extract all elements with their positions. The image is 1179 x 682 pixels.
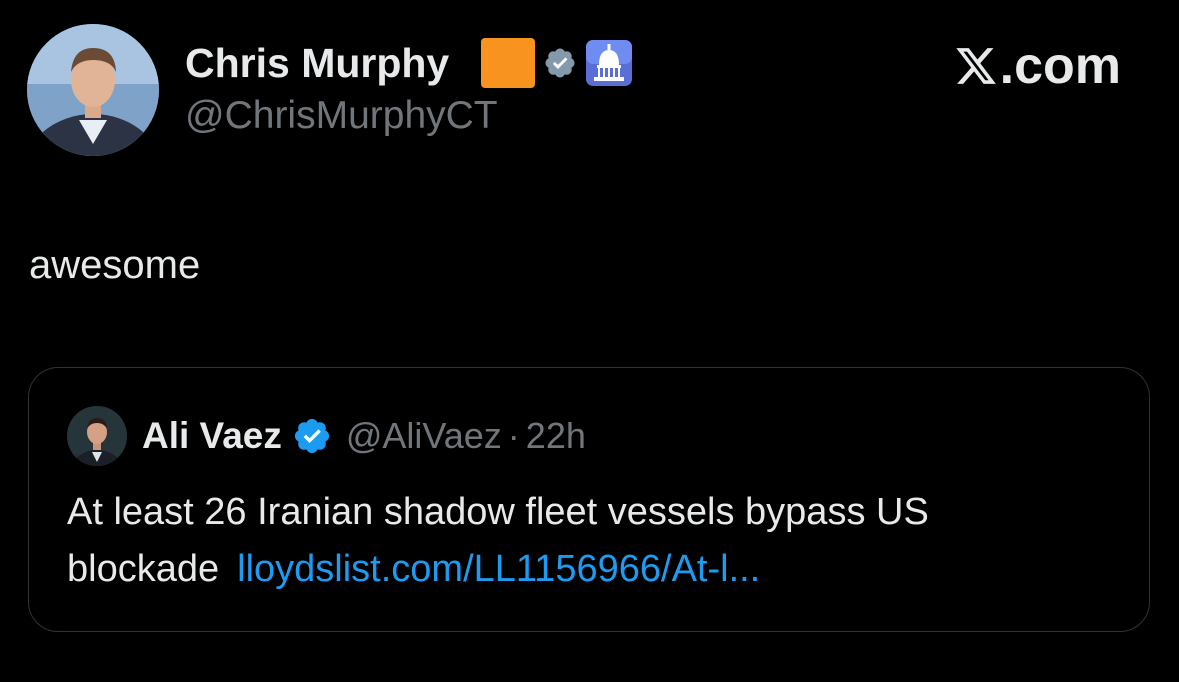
author-avatar-image (27, 24, 159, 156)
tweet-text: awesome (29, 243, 201, 287)
quote-link[interactable]: lloydslist.com/LL1156966/At-l... (237, 548, 760, 590)
quote-author-handle[interactable]: @AliVaez (346, 415, 502, 457)
quote-timestamp[interactable]: 22h (526, 415, 586, 457)
author-badges (481, 38, 633, 88)
verified-badge-icon[interactable] (543, 46, 577, 80)
quote-author-avatar[interactable] (67, 406, 127, 466)
quote-separator: · (507, 415, 520, 456)
quote-tweet-card[interactable]: Ali Vaez @AliVaez · 22h At least 26 Iran… (28, 367, 1150, 632)
capitol-dome-icon (586, 40, 632, 86)
quote-body: At least 26 Iranian shadow fleet vessels… (67, 484, 1127, 598)
x-logo-icon (955, 48, 996, 84)
author-avatar[interactable] (27, 24, 159, 156)
site-label: .com (999, 37, 1121, 95)
quote-author-avatar-image (67, 406, 127, 466)
site-mark: .com (954, 36, 1121, 96)
author-handle[interactable]: @ChrisMurphyCT (185, 92, 498, 140)
verified-badge-icon[interactable] (292, 416, 332, 456)
quote-header: Ali Vaez @AliVaez · 22h (142, 410, 586, 462)
author-name[interactable]: Chris Murphy (185, 38, 449, 88)
quote-author-name[interactable]: Ali Vaez (142, 415, 282, 457)
orange-square-emoji (481, 38, 535, 88)
